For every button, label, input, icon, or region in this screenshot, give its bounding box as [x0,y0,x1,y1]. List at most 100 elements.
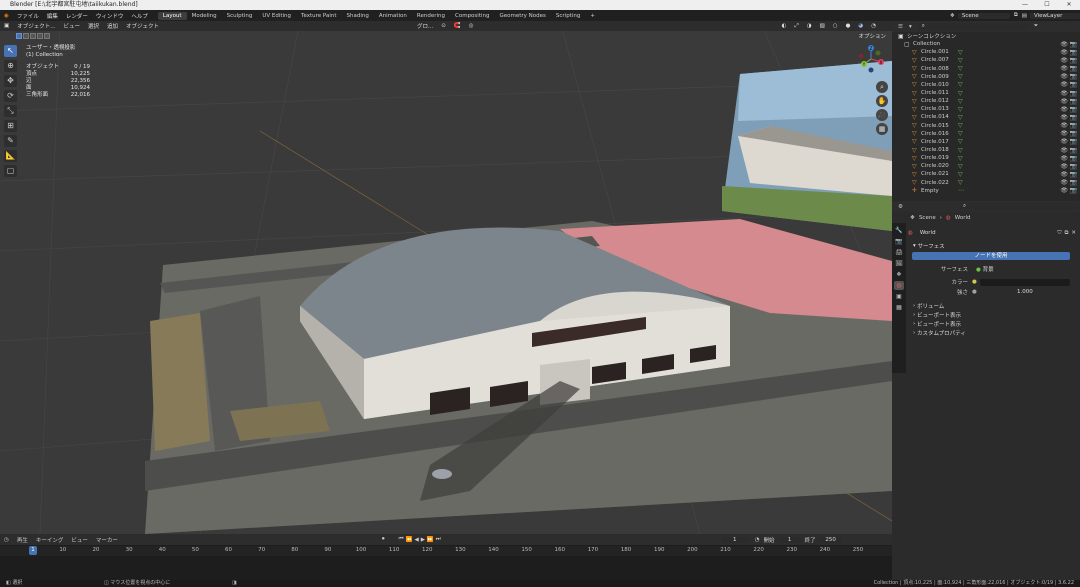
3d-viewport[interactable]: ▣ オブジェクト... ビュー 選択 追加 オブジェクト グロ... ⊙ 🧲 ◎… [0,21,892,534]
camera-icon[interactable]: 📷 [1070,114,1077,121]
world-name-field[interactable]: World [915,230,1055,236]
outliner-item[interactable]: ▽ Circle.018 ▽ 👁 📷 [892,146,1080,154]
tab-texture-paint[interactable]: Texture Paint [296,12,342,20]
mesh-data-icon[interactable]: ▽ [958,98,963,105]
camera-icon[interactable]: 📷 [1070,122,1077,129]
camera-icon[interactable]: 📷 [1070,81,1077,88]
select-intersect-icon[interactable] [44,32,50,39]
viewlayer-selector[interactable]: ViewLayer [1030,12,1080,19]
mesh-data-icon[interactable]: ▽ [958,138,963,145]
outliner-item[interactable]: ▽ Circle.009 ▽ 👁 📷 [892,73,1080,81]
select-invert-icon[interactable] [37,32,43,39]
outliner-item[interactable]: ▽ Circle.016 ▽ 👁 📷 [892,130,1080,138]
fake-user-icon[interactable]: ⛉ [1057,230,1061,237]
mesh-data-icon[interactable]: ▽ [958,90,963,97]
tab-uv-editing[interactable]: UV Editing [257,12,296,20]
mesh-data-icon[interactable]: ▽ [958,155,963,162]
snap-icon[interactable]: 🧲 [450,23,465,29]
options-dropdown[interactable]: オプション [858,32,886,40]
outliner-item[interactable]: ▽ Circle.015 ▽ 👁 📷 [892,122,1080,130]
outliner-item[interactable]: ▽ Circle.020 ▽ 👁 📷 [892,162,1080,170]
timeline-menu-marker[interactable]: マーカー [92,536,122,544]
duplicate-icon[interactable]: ⧉ [1064,230,1068,237]
scale-tool-icon[interactable]: ⤡ [4,105,17,117]
mesh-data-icon[interactable]: ▽ [958,106,963,113]
camera-icon[interactable]: 📷 [1070,130,1077,137]
mesh-data-icon[interactable]: ▽ [958,122,963,129]
select-tool-icon[interactable]: ↖ [4,45,17,57]
outliner-item[interactable]: ▽ Circle.013 ▽ 👁 📷 [892,105,1080,113]
mesh-data-icon[interactable]: ▽ [958,65,963,72]
prev-key-icon[interactable]: ⏪ [406,537,413,543]
display-mode-icon[interactable]: ▾ [909,24,912,30]
viewport-display-section-header[interactable]: › ビューポート表示 [908,319,1076,328]
mesh-data-icon[interactable]: ▽ [958,114,963,121]
eye-icon[interactable]: 👁 [1060,171,1068,178]
jump-start-icon[interactable]: ⏮ [399,536,404,543]
shading-wireframe-icon[interactable]: ○ [829,23,842,29]
camera-icon[interactable]: 📷 [1070,171,1077,178]
close-icon[interactable]: ✕ [1058,0,1080,10]
overlay-toggle-icon[interactable]: ◑ [803,23,816,29]
tab-compositing[interactable]: Compositing [450,12,494,20]
eye-icon[interactable]: 👁 [1060,90,1068,97]
eye-icon[interactable]: 👁 [1060,57,1068,64]
eye-icon[interactable]: 👁 [1060,138,1068,145]
menu-render[interactable]: レンダー [62,12,92,20]
select-extend-icon[interactable] [23,32,29,39]
empty-data-icon[interactable]: ⋯ [958,187,964,194]
new-scene-icon[interactable]: ⧉ [1014,12,1018,19]
tab-sculpting[interactable]: Sculpting [222,12,258,20]
annotate-tool-icon[interactable]: ✎ [4,135,17,147]
measure-tool-icon[interactable]: 📐 [4,150,17,162]
mesh-data-icon[interactable]: ▽ [958,163,963,170]
collection-row[interactable]: ▢ Collection 📷 👁 [892,40,1080,48]
mesh-data-icon[interactable]: ▽ [958,49,963,56]
outliner-item[interactable]: ▽ Circle.011 ▽ 👁 📷 [892,89,1080,97]
camera-icon[interactable]: 📷 [1070,187,1077,194]
tab-rendering[interactable]: Rendering [412,12,450,20]
volume-section-header[interactable]: › ボリューム [908,301,1076,310]
cursor-tool-icon[interactable]: ⊕ [4,60,17,72]
minimize-icon[interactable]: — [1014,0,1036,10]
gizmo-toggle-icon[interactable]: ⤢ [790,23,802,30]
tab-view-layer-icon[interactable]: 🖼 [894,259,904,268]
menu-edit[interactable]: 編集 [43,12,62,20]
mesh-data-icon[interactable]: ▽ [958,171,963,178]
eye-icon[interactable]: 👁 [1060,49,1068,56]
perspective-toggle-icon[interactable]: ▦ [876,123,888,135]
tab-collection-icon[interactable]: ▣ [894,292,904,301]
eye-icon[interactable]: 👁 [1060,114,1068,121]
tab-tool-icon[interactable]: 🔧 [894,226,904,235]
record-icon[interactable]: ⏺ [382,536,385,543]
tab-scene-icon[interactable]: ❖ [894,270,904,279]
camera-icon[interactable]: 📷 [1070,49,1077,56]
tab-layout[interactable]: Layout [157,11,187,20]
camera-icon[interactable]: 📷 [1070,163,1077,170]
maximize-icon[interactable]: ☐ [1036,0,1058,10]
mesh-data-icon[interactable]: ▽ [958,179,963,186]
properties-search-input[interactable]: ⌕ [958,203,1079,210]
eye-icon[interactable]: 👁 [1060,81,1068,88]
tab-scripting[interactable]: Scripting [551,12,585,20]
play-icon[interactable]: ▶ [421,537,425,543]
camera-view-icon[interactable]: 🎥 [876,109,888,121]
editor-type-icon[interactable]: ▣ [0,23,13,29]
surface-shader-field[interactable]: ● 背景 [972,265,1070,273]
surface-section-header[interactable]: ▾ サーフェス [908,241,1076,250]
mode-selector[interactable]: オブジェクト... [13,22,59,30]
shading-solid-icon[interactable]: ● [842,23,855,29]
camera-icon[interactable]: 📷 [1070,73,1077,80]
scene-selector[interactable]: Scene [957,12,1010,19]
timeline-editor-icon[interactable]: ◷ [0,537,13,543]
mesh-data-icon[interactable]: ▽ [958,73,963,80]
eye-icon[interactable]: 👁 [1060,163,1068,170]
transform-orientation[interactable]: グロ... [413,22,437,30]
outliner-item[interactable]: ▽ Circle.021 ▽ 👁 📷 [892,170,1080,178]
outliner-item[interactable]: ▽ Circle.019 ▽ 👁 📷 [892,154,1080,162]
eye-icon[interactable]: 👁 [1060,179,1068,186]
eye-icon[interactable]: 👁 [1060,65,1068,72]
use-nodes-button[interactable]: ノードを使用 [912,252,1070,260]
outliner-item[interactable]: ▽ Circle.007 ▽ 👁 📷 [892,56,1080,64]
scene-collection-row[interactable]: ▣ シーンコレクション [892,32,1080,41]
